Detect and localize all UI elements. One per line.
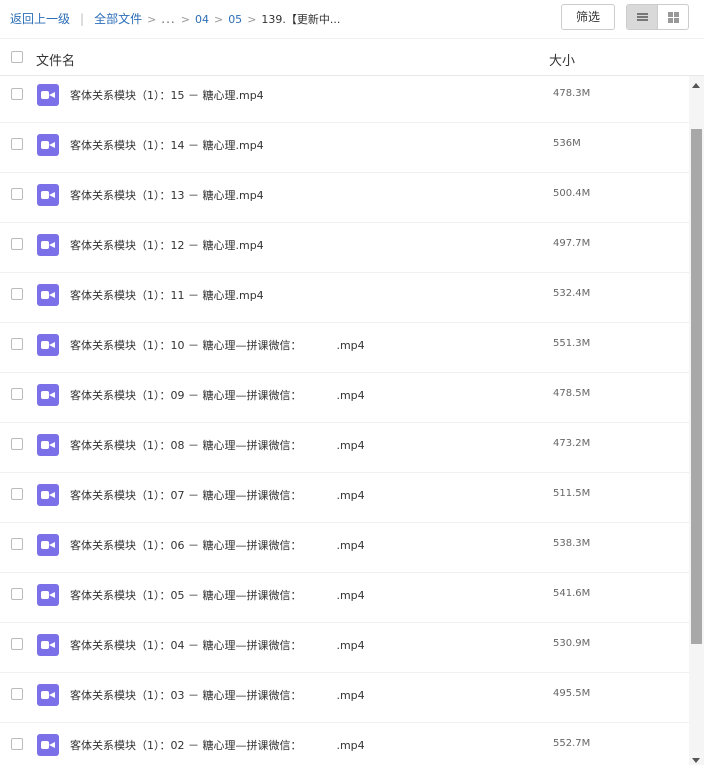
video-file-icon bbox=[37, 184, 59, 206]
breadcrumb-item-04[interactable]: 04 bbox=[195, 13, 209, 26]
row-checkbox[interactable] bbox=[11, 388, 23, 400]
view-toggle bbox=[626, 4, 689, 30]
list-view-button[interactable] bbox=[627, 5, 657, 29]
grid-view-icon bbox=[667, 11, 679, 23]
file-name[interactable]: 客体关系模块（1）：07 － 糖心理—拼课微信： .mp4 bbox=[70, 487, 365, 503]
scroll-up-arrow-icon[interactable] bbox=[692, 83, 700, 88]
row-checkbox[interactable] bbox=[11, 638, 23, 650]
row-checkbox[interactable] bbox=[11, 88, 23, 100]
video-file-icon bbox=[37, 284, 59, 306]
row-checkbox[interactable] bbox=[11, 438, 23, 450]
file-size: 541.6M bbox=[553, 588, 591, 599]
chevron-right-icon: > bbox=[213, 13, 224, 26]
video-file-icon bbox=[37, 534, 59, 556]
top-toolbar: 返回上一级 | 全部文件 >... >04 >05 >139.【更新中... 筛选 bbox=[0, 0, 704, 38]
file-name[interactable]: 客体关系模块（1）：12 － 糖心理.mp4 bbox=[70, 237, 264, 253]
file-row[interactable]: 客体关系模块（1）：06 － 糖心理—拼课微信： .mp4 538.3M bbox=[0, 523, 689, 573]
file-row[interactable]: 客体关系模块（1）：07 － 糖心理—拼课微信： .mp4 511.5M bbox=[0, 473, 689, 523]
file-row[interactable]: 客体关系模块（1）：09 － 糖心理—拼课微信： .mp4 478.5M bbox=[0, 373, 689, 423]
file-name[interactable]: 客体关系模块（1）：08 － 糖心理—拼课微信： .mp4 bbox=[70, 437, 365, 453]
row-checkbox[interactable] bbox=[11, 538, 23, 550]
file-row[interactable]: 客体关系模块（1）：05 － 糖心理—拼课微信： .mp4 541.6M bbox=[0, 573, 689, 623]
file-name[interactable]: 客体关系模块（1）：10 － 糖心理—拼课微信： .mp4 bbox=[70, 337, 365, 353]
file-size: 536M bbox=[553, 138, 581, 149]
file-name[interactable]: 客体关系模块（1）：14 － 糖心理.mp4 bbox=[70, 137, 264, 153]
file-row[interactable]: 客体关系模块（1）：10 － 糖心理—拼课微信： .mp4 551.3M bbox=[0, 323, 689, 373]
row-checkbox[interactable] bbox=[11, 188, 23, 200]
file-name[interactable]: 客体关系模块（1）：13 － 糖心理.mp4 bbox=[70, 187, 264, 203]
file-name[interactable]: 客体关系模块（1）：06 － 糖心理—拼课微信： .mp4 bbox=[70, 537, 365, 553]
file-name[interactable]: 客体关系模块（1）：09 － 糖心理—拼课微信： .mp4 bbox=[70, 387, 365, 403]
breadcrumb-separator: | bbox=[80, 12, 85, 26]
video-file-icon bbox=[37, 134, 59, 156]
row-checkbox[interactable] bbox=[11, 338, 23, 350]
file-row[interactable]: 客体关系模块（1）：15 － 糖心理.mp4 478.3M bbox=[0, 76, 689, 123]
file-size: 532.4M bbox=[553, 288, 591, 299]
file-size: 478.3M bbox=[553, 88, 591, 99]
video-file-icon bbox=[37, 684, 59, 706]
vertical-scrollbar[interactable] bbox=[689, 76, 704, 765]
video-file-icon bbox=[37, 584, 59, 606]
file-row[interactable]: 客体关系模块（1）：08 － 糖心理—拼课微信： .mp4 473.2M bbox=[0, 423, 689, 473]
file-name[interactable]: 客体关系模块（1）：04 － 糖心理—拼课微信： .mp4 bbox=[70, 637, 365, 653]
row-checkbox[interactable] bbox=[11, 588, 23, 600]
file-name[interactable]: 客体关系模块（1）：03 － 糖心理—拼课微信： .mp4 bbox=[70, 687, 365, 703]
file-size: 497.7M bbox=[553, 238, 591, 249]
file-size: 530.9M bbox=[553, 638, 591, 649]
file-name[interactable]: 客体关系模块（1）：05 － 糖心理—拼课微信： .mp4 bbox=[70, 587, 365, 603]
video-file-icon bbox=[37, 334, 59, 356]
file-name[interactable]: 客体关系模块（1）：15 － 糖心理.mp4 bbox=[70, 87, 264, 103]
file-size: 500.4M bbox=[553, 188, 591, 199]
list-view-icon bbox=[636, 13, 648, 21]
breadcrumb-current: 139.【更新中... bbox=[261, 13, 341, 26]
row-checkbox[interactable] bbox=[11, 238, 23, 250]
file-list: 客体关系模块（1）：15 － 糖心理.mp4 478.3M 客体关系模块（1）：14… bbox=[0, 76, 689, 765]
file-name[interactable]: 客体关系模块（1）：11 － 糖心理.mp4 bbox=[70, 287, 264, 303]
file-size: 511.5M bbox=[553, 488, 591, 499]
grid-view-button[interactable] bbox=[657, 5, 688, 29]
file-size: 495.5M bbox=[553, 688, 591, 699]
video-file-icon bbox=[37, 384, 59, 406]
row-checkbox[interactable] bbox=[11, 688, 23, 700]
file-size: 552.7M bbox=[553, 738, 591, 749]
row-checkbox[interactable] bbox=[11, 488, 23, 500]
video-file-icon bbox=[37, 234, 59, 256]
file-list-header: 文件名 大小 bbox=[0, 38, 704, 76]
chevron-right-icon: > bbox=[180, 13, 190, 26]
row-checkbox[interactable] bbox=[11, 738, 23, 750]
file-row[interactable]: 客体关系模块（1）：02 － 糖心理—拼课微信： .mp4 552.7M bbox=[0, 723, 689, 765]
video-file-icon bbox=[37, 734, 59, 756]
file-row[interactable]: 客体关系模块（1）：12 － 糖心理.mp4 497.7M bbox=[0, 223, 689, 273]
scrollbar-thumb[interactable] bbox=[691, 129, 702, 644]
file-size: 478.5M bbox=[553, 388, 591, 399]
file-size: 538.3M bbox=[553, 538, 591, 549]
file-row[interactable]: 客体关系模块（1）：11 － 糖心理.mp4 532.4M bbox=[0, 273, 689, 323]
column-header-name[interactable]: 文件名 bbox=[36, 50, 75, 69]
breadcrumb-ellipsis[interactable]: ... bbox=[161, 12, 175, 26]
chevron-right-icon: > bbox=[147, 13, 157, 26]
column-header-size[interactable]: 大小 bbox=[549, 50, 575, 69]
file-size: 551.3M bbox=[553, 338, 591, 349]
breadcrumb: 返回上一级 | 全部文件 >... >04 >05 >139.【更新中... bbox=[10, 11, 340, 28]
file-row[interactable]: 客体关系模块（1）：04 － 糖心理—拼课微信： .mp4 530.9M bbox=[0, 623, 689, 673]
chevron-right-icon: > bbox=[247, 13, 257, 26]
video-file-icon bbox=[37, 634, 59, 656]
all-files-link[interactable]: 全部文件 bbox=[94, 12, 142, 26]
video-file-icon bbox=[37, 84, 59, 106]
file-row[interactable]: 客体关系模块（1）：14 － 糖心理.mp4 536M bbox=[0, 123, 689, 173]
file-name[interactable]: 客体关系模块（1）：02 － 糖心理—拼课微信： .mp4 bbox=[70, 737, 365, 753]
breadcrumb-item-05[interactable]: 05 bbox=[228, 13, 242, 26]
select-all-checkbox[interactable] bbox=[11, 51, 23, 63]
video-file-icon bbox=[37, 434, 59, 456]
filter-button[interactable]: 筛选 bbox=[561, 4, 615, 30]
scroll-down-arrow-icon[interactable] bbox=[692, 758, 700, 763]
file-row[interactable]: 客体关系模块（1）：03 － 糖心理—拼课微信： .mp4 495.5M bbox=[0, 673, 689, 723]
row-checkbox[interactable] bbox=[11, 138, 23, 150]
file-row[interactable]: 客体关系模块（1）：13 － 糖心理.mp4 500.4M bbox=[0, 173, 689, 223]
row-checkbox[interactable] bbox=[11, 288, 23, 300]
video-file-icon bbox=[37, 484, 59, 506]
file-size: 473.2M bbox=[553, 438, 591, 449]
back-link[interactable]: 返回上一级 bbox=[10, 12, 70, 26]
